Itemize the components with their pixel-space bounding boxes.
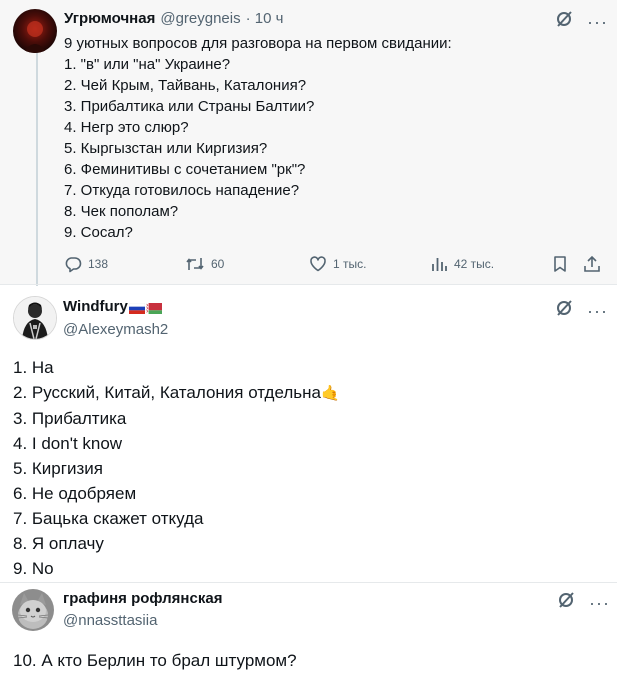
timestamp[interactable]: · 10 ч: [246, 10, 284, 27]
tweet-line: 4. I don't know: [13, 434, 123, 453]
more-icon[interactable]: ···: [589, 594, 610, 612]
reply-icon: [64, 255, 82, 273]
tweet-line: 9. Сосал?: [64, 224, 133, 241]
tweet-line: 7. Бацька скажет откуда: [13, 509, 204, 528]
tweet2-body: 1. На 2. Русский, Китай, Каталония отдел…: [13, 355, 603, 581]
tweet-line: 8. Я оплачу: [13, 534, 104, 553]
tweet-line: 1. На: [13, 358, 54, 377]
avatar-windfury[interactable]: [13, 296, 57, 340]
share-icon: [583, 255, 601, 273]
tweet-line: 5. Кыргызстан или Киргизия?: [64, 140, 268, 157]
belarus-flag-icon: [145, 301, 162, 314]
tweet-line: 9. No: [13, 559, 54, 578]
no-entry-icon[interactable]: [557, 591, 575, 614]
views-button[interactable]: 42 тыс.: [430, 255, 494, 273]
author-handle[interactable]: @nnassttasiia: [63, 612, 157, 629]
tweet3-top-icons: ···: [557, 591, 610, 614]
avatar-image: [13, 9, 57, 53]
no-entry-icon[interactable]: [555, 10, 573, 33]
author-name[interactable]: графиня рофлянская: [63, 590, 222, 607]
tweet-line: 2. Русский, Китай, Каталония отдельна: [13, 383, 321, 402]
russia-flag-icon: [128, 301, 146, 314]
tweet-line: 1. "в" или "на" Украине?: [64, 56, 231, 73]
tweet-line: 2. Чей Крым, Тайвань, Каталония?: [64, 77, 307, 94]
views-count: 42 тыс.: [454, 257, 495, 271]
no-entry-icon[interactable]: [555, 299, 573, 322]
bookmark-icon: [551, 255, 569, 273]
avatar-image: [12, 589, 54, 631]
separator: [0, 582, 617, 583]
retweet-button[interactable]: 60: [185, 255, 224, 273]
reply-button[interactable]: 138: [64, 255, 108, 273]
tweet1-body: 9 уютных вопросов для разговора на перво…: [64, 33, 594, 243]
like-button[interactable]: 1 тыс.: [309, 255, 366, 273]
tweet-line: 6. Не одобряем: [13, 484, 137, 503]
more-icon[interactable]: ···: [587, 302, 608, 320]
avatar-grey[interactable]: [13, 9, 57, 53]
author-handle[interactable]: @greygneis: [160, 10, 240, 27]
like-count: 1 тыс.: [333, 257, 367, 271]
thread-line: [36, 50, 38, 286]
avatar-image: [14, 297, 56, 339]
author-name[interactable]: Угрюмочная: [64, 10, 155, 27]
share-button[interactable]: [583, 255, 601, 273]
tweet2-top-icons: ···: [555, 299, 608, 322]
tweet-line: 3. Прибалтика: [13, 409, 127, 428]
retweet-count: 60: [211, 257, 225, 271]
tweet-line: 3. Прибалтика или Страны Балтии?: [64, 98, 315, 115]
reply-count: 138: [88, 257, 109, 271]
tweet-line: 9 уютных вопросов для разговора на перво…: [64, 35, 452, 52]
more-icon[interactable]: ···: [587, 13, 608, 31]
tweet2-header: Windfury: [63, 298, 162, 315]
tweet-line: 8. Чек пополам?: [64, 203, 179, 220]
tweet-line: 10. А кто Берлин то брал штурмом?: [13, 651, 297, 670]
bookmark-button[interactable]: [551, 255, 569, 273]
tweet3-body: 10. А кто Берлин то брал штурмом?: [13, 648, 297, 673]
tweet1-header: Угрюмочная @greygneis · 10 ч: [64, 10, 283, 27]
tweet1-top-icons: ···: [555, 10, 608, 33]
tweet-line: 5. Киргизия: [13, 459, 103, 478]
tweet-line: 7. Откуда готовилось нападение?: [64, 182, 300, 199]
tweet-line: 6. Феминитивы с сочетанием "рк"?: [64, 161, 306, 178]
retweet-icon: [185, 255, 205, 273]
separator: [0, 284, 617, 285]
tweet-line: 4. Негр это слюр?: [64, 119, 189, 136]
author-name[interactable]: Windfury: [63, 298, 128, 315]
call-me-hand-emoji: 🤙: [320, 385, 340, 402]
avatar-grafinya[interactable]: [12, 589, 54, 631]
like-icon: [309, 255, 327, 273]
views-icon: [430, 255, 448, 273]
author-handle[interactable]: @Alexeymash2: [63, 321, 168, 338]
